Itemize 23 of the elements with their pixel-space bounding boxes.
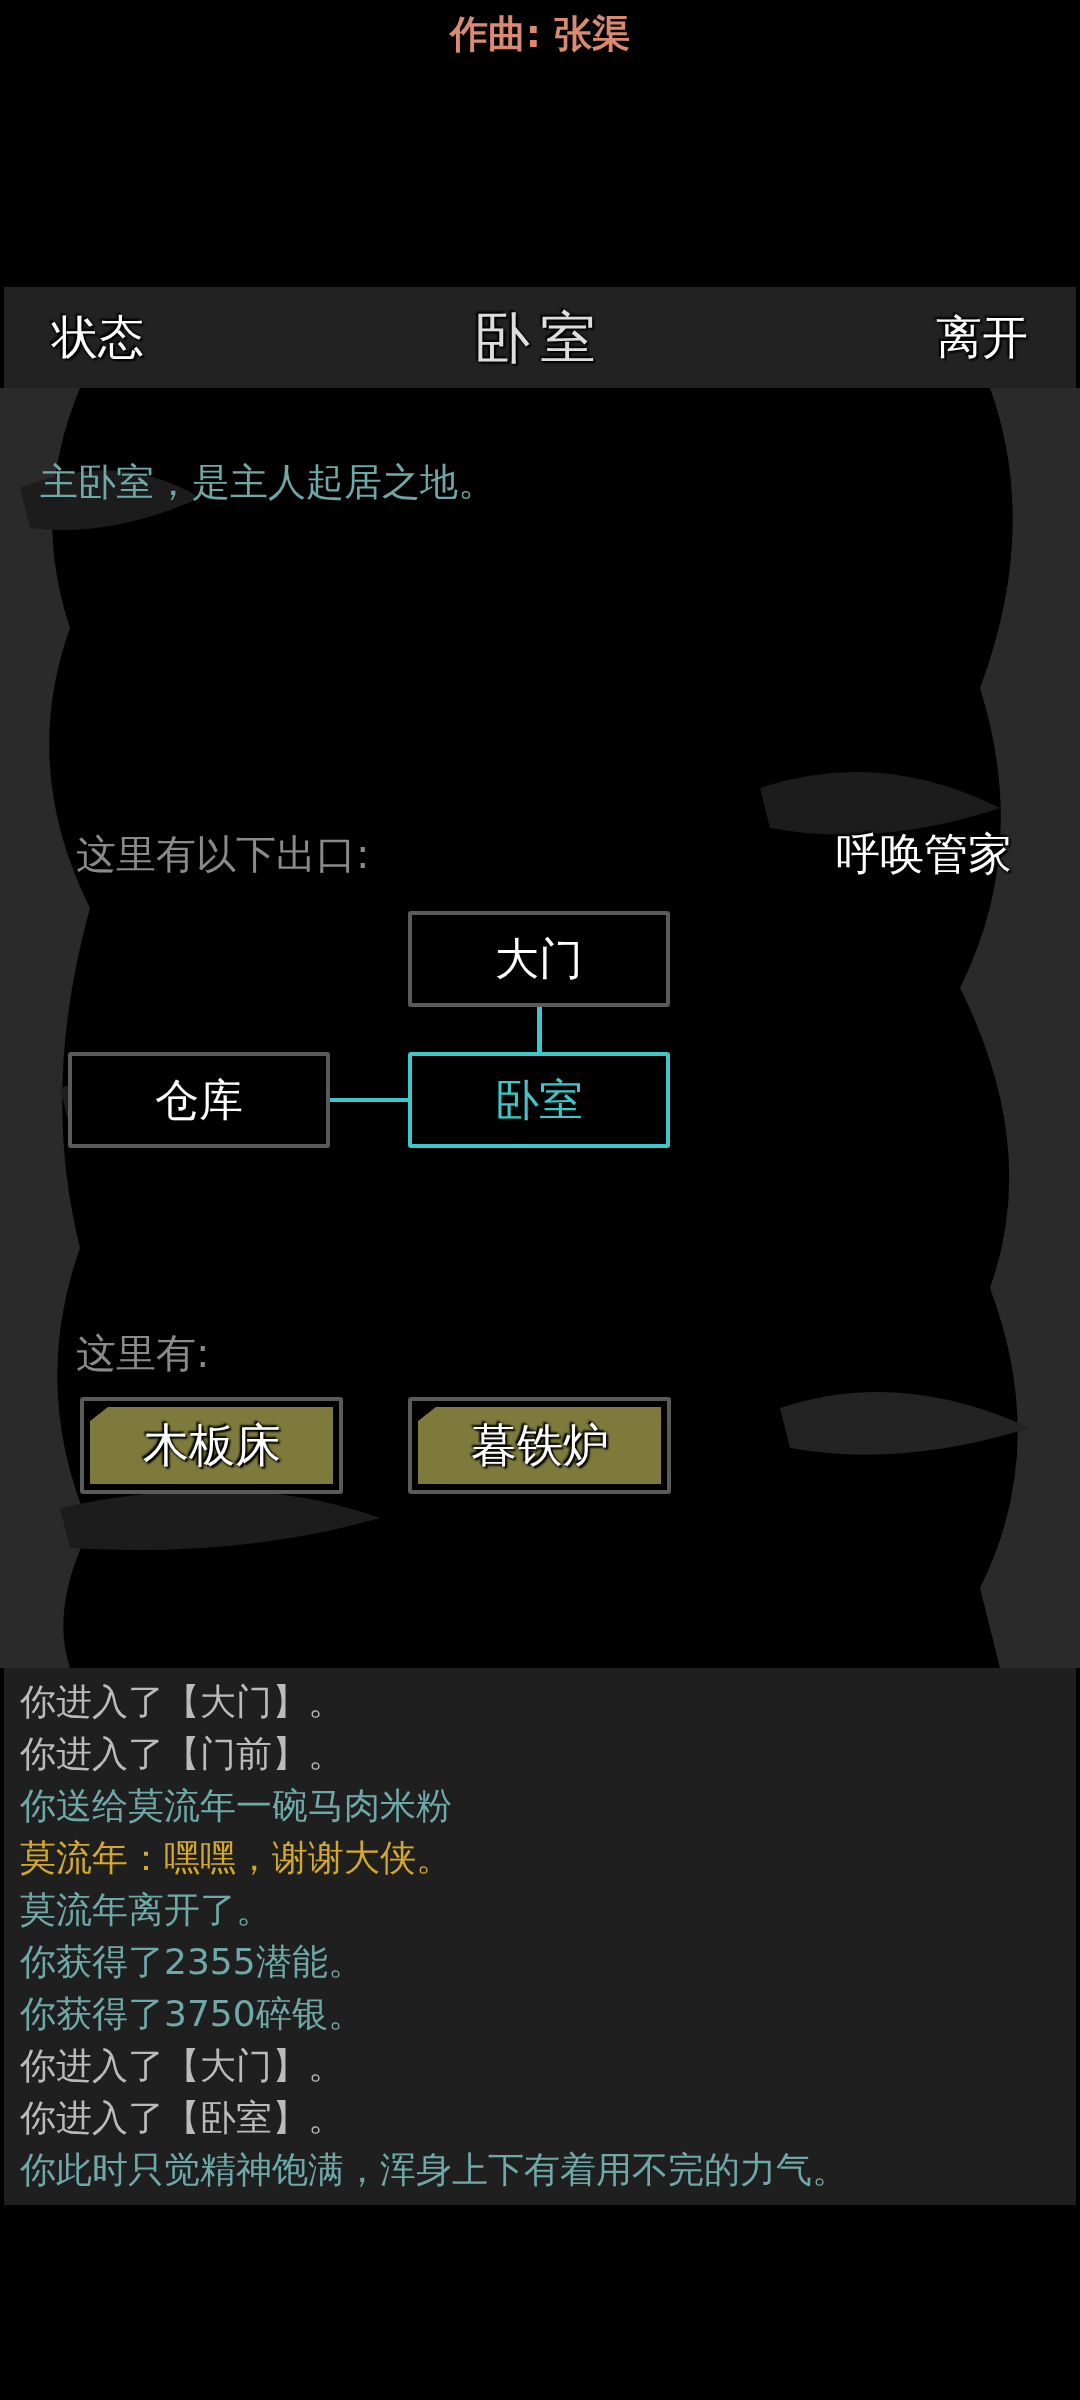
log-message: 你进入了【卧室】。 [20,2096,344,2140]
room-button[interactable]: 卧室 [408,1052,670,1148]
log-message: 你获得了3750碎银。 [20,1992,364,2036]
composer-credit: 作曲: 张渠 [449,11,631,58]
log-message: 你此时只觉精神饱满，浑身上下有着用不完的力气。 [20,2148,848,2192]
exits-label: 这里有以下出口: [76,830,370,879]
room-description: 主卧室，是主人起居之地。 [40,459,496,506]
item-button[interactable]: 木板床 [80,1397,343,1494]
log-message: 你进入了【大门】。 [20,1680,344,1724]
item-button[interactable]: 暮铁炉 [408,1397,671,1494]
items-label: 这里有: [76,1329,210,1378]
room-button[interactable]: 大门 [408,911,670,1007]
log-message: 莫流年离开了。 [20,1888,272,1932]
status-button[interactable]: 状态 [52,303,144,372]
log-message: 你进入了【门前】。 [20,1732,344,1776]
room-button[interactable]: 仓库 [68,1052,330,1148]
log-message: 你进入了【大门】。 [20,2044,344,2088]
summon-steward-button[interactable]: 呼唤管家 [836,821,1012,887]
room-title: 卧室 [474,303,606,372]
log-message: 莫流年：嘿嘿，谢谢大侠。 [20,1836,452,1880]
log-message: 你获得了2355潜能。 [20,1940,364,1984]
leave-button[interactable]: 离开 [936,303,1028,372]
log-message: 你送给莫流年一碗马肉米粉 [20,1784,452,1828]
